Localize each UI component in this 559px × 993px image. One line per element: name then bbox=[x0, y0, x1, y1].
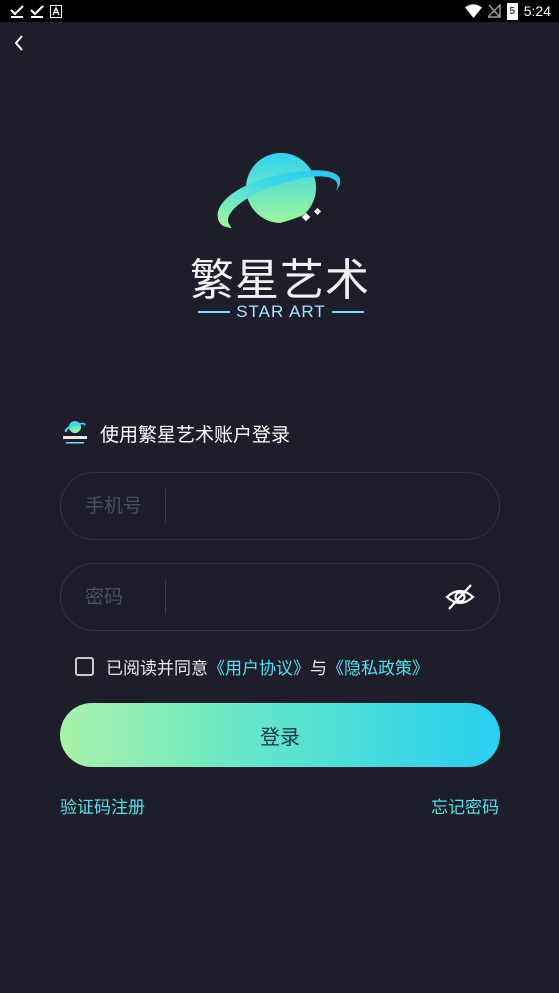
brand-line-right bbox=[331, 311, 364, 313]
user-agreement-link[interactable]: 《用户协议》 bbox=[208, 659, 310, 679]
wifi-icon bbox=[464, 4, 482, 18]
app-logo: 繁星艺术 STAR ART bbox=[185, 148, 375, 328]
app-notification-icon bbox=[50, 4, 62, 18]
password-label: 密码 bbox=[85, 586, 124, 608]
agree-checkbox[interactable] bbox=[75, 656, 94, 676]
brand-name-en-row: STAR ART bbox=[191, 302, 371, 322]
field-divider bbox=[165, 580, 166, 614]
phone-label: 手机号 bbox=[85, 495, 143, 517]
agree-prefix: 已阅读并同意 bbox=[106, 658, 208, 679]
system-icons: 5 5:24 bbox=[464, 0, 551, 22]
brand-name-en: STAR ART bbox=[236, 302, 326, 321]
battery-level: 5 bbox=[507, 3, 517, 19]
chevron-left-icon bbox=[14, 35, 23, 51]
download-done-icon bbox=[10, 5, 24, 18]
phone-input[interactable] bbox=[177, 485, 441, 529]
forgot-password-link[interactable]: 忘记密码 bbox=[431, 793, 499, 818]
password-input[interactable] bbox=[177, 576, 441, 620]
phone-field[interactable]: 手机号 bbox=[60, 472, 500, 540]
agreement-row: 已阅读并同意《用户协议》与《隐私政策》 bbox=[75, 654, 429, 679]
login-button[interactable]: 登录 bbox=[60, 703, 500, 767]
login-subtitle: 使用繁星艺术账户登录 bbox=[100, 423, 291, 446]
brand-line-left bbox=[198, 311, 231, 313]
planet-icon bbox=[217, 153, 341, 232]
agreement-text: 已阅读并同意《用户协议》与《隐私政策》 bbox=[106, 654, 429, 679]
eye-off-icon[interactable] bbox=[445, 583, 475, 611]
sms-register-link[interactable]: 验证码注册 bbox=[60, 793, 145, 818]
notification-icons bbox=[10, 3, 62, 19]
status-time: 5:24 bbox=[523, 3, 551, 19]
download-done-icon bbox=[30, 5, 44, 18]
field-divider bbox=[165, 489, 166, 523]
brand-name-cn: 繁星艺术 bbox=[190, 255, 370, 306]
battery-icon: 5 bbox=[506, 2, 518, 20]
no-signal-icon bbox=[487, 4, 501, 18]
privacy-policy-link[interactable]: 《隐私政策》 bbox=[327, 659, 429, 679]
password-field[interactable]: 密码 bbox=[60, 563, 500, 631]
mini-logo-icon bbox=[60, 419, 90, 447]
and-text: 与 bbox=[310, 658, 327, 679]
status-bar: 5 5:24 bbox=[0, 0, 559, 22]
login-heading: 使用繁星艺术账户登录 bbox=[60, 418, 290, 448]
back-button[interactable] bbox=[8, 30, 30, 56]
